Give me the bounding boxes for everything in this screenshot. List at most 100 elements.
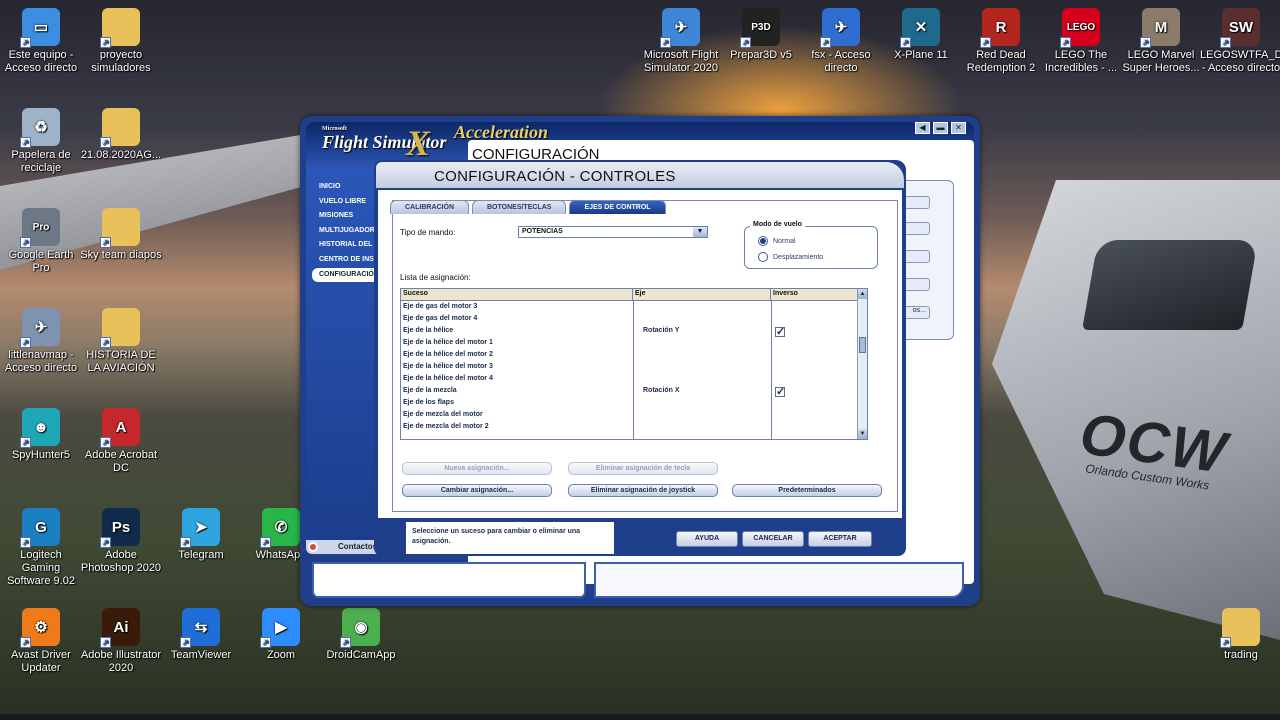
acrobat-icon[interactable]: A ↗ — [100, 408, 140, 448]
desktop-icon[interactable]: Ai ↗ Adobe Illustrator 2020 — [80, 608, 162, 675]
folder-icon[interactable]: ↗ — [100, 308, 140, 348]
accept-button[interactable]: ACEPTAR — [808, 531, 872, 547]
sound-icon[interactable]: ◀ — [915, 122, 930, 134]
chevron-down-icon[interactable]: ▼ — [693, 227, 707, 237]
folder-icon[interactable]: ↗ — [1220, 608, 1260, 648]
desktop-icon[interactable]: ↗ proyecto simuladores — [80, 8, 162, 75]
table-row[interactable]: Eje de mezcla del motor 2 — [401, 421, 867, 433]
desktop-icon[interactable]: P3D ↗ Prepar3D v5 — [720, 8, 802, 62]
folder-icon[interactable]: ↗ — [100, 208, 140, 248]
illustrator-icon[interactable]: Ai ↗ — [100, 608, 140, 648]
right-button-1[interactable] — [902, 196, 930, 209]
desktop-icon[interactable]: ▶ ↗ Zoom — [240, 608, 322, 662]
prepar3d-icon[interactable]: P3D ↗ — [740, 8, 780, 48]
folder-icon[interactable]: ↗ — [100, 108, 140, 148]
desktop-icon[interactable]: ↗ HISTORIA DE LA AVIACIÓN — [80, 308, 162, 375]
table-row[interactable]: Eje de la hélice del motor 4 — [401, 373, 867, 385]
cancel-button[interactable]: CANCELAR — [742, 531, 804, 547]
column-event[interactable]: Suceso — [401, 289, 633, 300]
desktop-icon[interactable]: ☻ ↗ SpyHunter5 — [0, 408, 82, 462]
logitech-icon[interactable]: G ↗ — [20, 508, 60, 548]
column-inverse[interactable]: Inverso — [771, 289, 867, 300]
scroll-thumb[interactable] — [859, 337, 866, 353]
table-row[interactable]: Eje de gas del motor 3 — [401, 301, 867, 313]
lego-icon[interactable]: LEGO ↗ — [1060, 8, 1100, 48]
tab-calibration[interactable]: CALIBRACIÓN — [390, 200, 469, 214]
table-row[interactable]: Eje de la hélice del motor 2 — [401, 349, 867, 361]
table-scrollbar[interactable]: ▲ ▼ — [857, 289, 867, 439]
desktop-icon[interactable]: SW↗LEGOSWTFA_D... - Acceso directo — [1200, 8, 1280, 75]
desktop-icon[interactable]: LEGO ↗ LEGO The Incredibles - ... — [1040, 8, 1122, 75]
whatsapp-icon[interactable]: ✆ ↗ — [260, 508, 300, 548]
table-row[interactable]: Eje de los flaps — [401, 397, 867, 409]
change-assignment-button[interactable]: Cambiar asignación... — [402, 484, 552, 497]
telegram-icon[interactable]: ➤ ↗ — [180, 508, 220, 548]
folder-icon[interactable]: ↗ — [100, 8, 140, 48]
inverse-checkbox[interactable] — [775, 385, 785, 398]
droidcam-icon[interactable]: ◉ ↗ — [340, 608, 380, 648]
lego-marvel-icon[interactable]: M ↗ — [1140, 8, 1180, 48]
teamviewer-icon[interactable]: ⇆ ↗ — [180, 608, 220, 648]
tab-control-axes[interactable]: EJES DE CONTROL — [569, 200, 666, 214]
table-row[interactable]: Eje de la hélice del motor 1 — [401, 337, 867, 349]
desktop-icon[interactable]: ↗ Sky team diapos — [80, 208, 162, 262]
zoom-icon[interactable]: ▶ ↗ — [260, 608, 300, 648]
desktop-icon[interactable]: G ↗ Logitech Gaming Software 9.02 — [0, 508, 82, 588]
defaults-button[interactable]: Predeterminados — [732, 484, 882, 497]
radio-displacement[interactable]: Desplazamiento — [758, 252, 823, 262]
table-row[interactable]: Eje de gas del motor 4 — [401, 313, 867, 325]
radio-normal-indicator[interactable] — [758, 236, 768, 246]
close-button[interactable]: ✕ — [951, 122, 966, 134]
radio-normal[interactable]: Normal — [758, 236, 796, 246]
right-button-5[interactable]: os... — [902, 306, 930, 319]
desktop-icon[interactable]: M ↗ LEGO Marvel Super Heroes... — [1120, 8, 1202, 75]
tab-buttons-keys[interactable]: BOTONES/TECLAS — [472, 200, 567, 214]
desktop-icon[interactable]: ✈ ↗ littlenavmap - Acceso directo — [0, 308, 82, 375]
new-assignment-button[interactable]: Nueva asignación... — [402, 462, 552, 475]
desktop-icon[interactable]: ↗ trading — [1200, 608, 1280, 662]
radio-displacement-indicator[interactable] — [758, 252, 768, 262]
google-earth-icon[interactable]: Pro ↗ — [20, 208, 60, 248]
xplane-icon[interactable]: ✕ ↗ — [900, 8, 940, 48]
delete-joystick-assignment-button[interactable]: Eliminar asignación de joystick — [568, 484, 718, 497]
photoshop-icon[interactable]: Ps ↗ — [100, 508, 140, 548]
desktop-icon[interactable]: A ↗ Adobe Acrobat DC — [80, 408, 162, 475]
desktop-icon[interactable]: ✈ ↗ Microsoft Flight Simulator 2020 — [640, 8, 722, 75]
controller-type-select[interactable]: POTENCIAS ▼ — [518, 226, 708, 238]
column-axis[interactable]: Eje — [633, 289, 771, 300]
avast-driver-icon[interactable]: ⚙ ↗ — [20, 608, 60, 648]
fsx-icon[interactable]: ✈ ↗ — [820, 8, 860, 48]
desktop-icon[interactable]: R ↗ Red Dead Redemption 2 — [960, 8, 1042, 75]
littlenavmap-icon[interactable]: ✈ ↗ — [20, 308, 60, 348]
help-button[interactable]: AYUDA — [676, 531, 738, 547]
scroll-down-icon[interactable]: ▼ — [858, 429, 867, 439]
recycle-bin-icon[interactable]: ♻ ↗ — [20, 108, 60, 148]
table-row[interactable]: Eje de la hélice Rotación Y — [401, 325, 867, 338]
desktop-icon[interactable]: ♻ ↗ Papelera de reciclaje — [0, 108, 82, 175]
desktop-icon[interactable]: ↗ 21.08.2020AG... — [80, 108, 162, 162]
msfs-icon[interactable]: ✈ ↗ — [660, 8, 700, 48]
delete-key-assignment-button[interactable]: Eliminar asignación de tecla — [568, 462, 718, 475]
desktop-icon[interactable]: Pro ↗ Google Earth Pro — [0, 208, 82, 275]
minimize-button[interactable]: ▬ — [933, 122, 948, 134]
inverse-checkbox[interactable] — [775, 325, 785, 338]
desktop-icon[interactable]: ▭ ↗ Este equipo - Acceso directo — [0, 8, 82, 75]
computer-icon[interactable]: ▭ ↗ — [20, 8, 60, 48]
desktop-icon[interactable]: ⚙ ↗ Avast Driver Updater — [0, 608, 82, 675]
lego-sw-icon[interactable]: SW ↗ — [1220, 8, 1260, 48]
desktop-icon[interactable]: ➤ ↗ Telegram — [160, 508, 242, 562]
table-row[interactable]: Eje de la mezcla Rotación X — [401, 385, 867, 398]
right-button-3[interactable] — [902, 250, 930, 263]
desktop-icon[interactable]: Ps ↗ Adobe Photoshop 2020 — [80, 508, 162, 575]
desktop-icon[interactable]: ✈ ↗ fsx - Acceso directo — [800, 8, 882, 75]
right-button-2[interactable] — [902, 222, 930, 235]
desktop-icon[interactable]: ◉ ↗ DroidCamApp — [320, 608, 402, 662]
desktop-icon[interactable]: ✕ ↗ X-Plane 11 — [880, 8, 962, 62]
scroll-up-icon[interactable]: ▲ — [858, 289, 867, 299]
right-button-4[interactable] — [902, 278, 930, 291]
table-row[interactable]: Eje de la hélice del motor 3 — [401, 361, 867, 373]
table-row[interactable]: Eje de mezcla del motor 1 — [401, 409, 867, 421]
rdr2-icon[interactable]: R ↗ — [980, 8, 1020, 48]
spyhunter-icon[interactable]: ☻ ↗ — [20, 408, 60, 448]
desktop-icon[interactable]: ⇆ ↗ TeamViewer — [160, 608, 242, 662]
